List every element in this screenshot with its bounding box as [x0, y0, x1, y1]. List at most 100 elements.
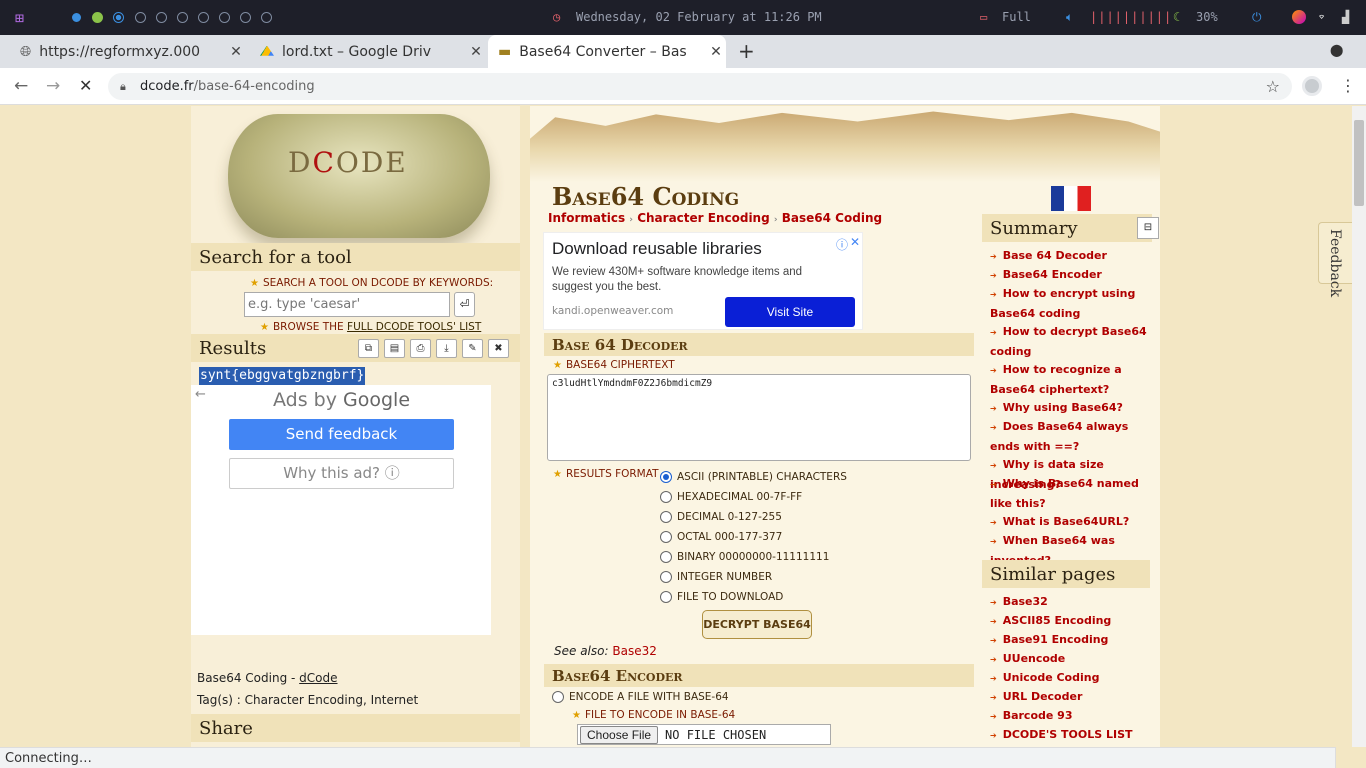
summary-item[interactable]: ➔ Base 64 Decoder [990, 246, 1160, 266]
close-tab-icon[interactable]: ✕ [466, 44, 486, 60]
summary-item[interactable]: ➔ How to decrypt Base64 coding [990, 322, 1160, 361]
french-flag-icon[interactable] [1051, 186, 1091, 211]
dcode-link[interactable]: dCode [299, 671, 337, 685]
send-feedback-button[interactable]: Send feedback [229, 419, 454, 450]
copy-icon[interactable]: ⧉ [358, 339, 379, 358]
workspace-5[interactable] [156, 12, 167, 23]
similar-item[interactable]: ➔ Base32 [990, 592, 1160, 612]
summary-item[interactable]: ➔ Does Base64 always ends with ==? [990, 417, 1160, 456]
summary-item[interactable]: ➔ Why is Base64 named like this? [990, 474, 1160, 513]
summary-item[interactable]: ➔ What is Base64URL? [990, 512, 1160, 532]
summary-item[interactable]: ➔ Base64 Encoder [990, 265, 1160, 285]
similar-item[interactable]: ➔ Barcode 93 [990, 706, 1160, 726]
similar-item[interactable]: ➔ ASCII85 Encoding [990, 611, 1160, 631]
similar-item[interactable]: ➔ Base91 Encoding [990, 630, 1160, 650]
tab-lord-txt[interactable]: lord.txt – Google Driv ✕ [250, 35, 486, 68]
tab-search-icon[interactable]: ⬤ [1330, 43, 1343, 57]
radio-octal[interactable] [660, 531, 672, 543]
radio-encode-file[interactable] [552, 691, 564, 703]
profile-avatar-icon[interactable] [1302, 76, 1322, 96]
google-drive-icon [260, 45, 274, 56]
network-tray-icon[interactable]: ⌔ [1318, 10, 1325, 24]
format-ascii[interactable]: ASCII (printable) characters [660, 469, 847, 485]
encode-file-option[interactable]: Encode a file with Base-64 [552, 691, 729, 703]
dcode-logo[interactable]: DCODE [228, 114, 490, 238]
similar-item[interactable]: ➔ UUencode [990, 649, 1160, 669]
radio-integer[interactable] [660, 571, 672, 583]
see-also-base32-link[interactable]: Base32 [612, 644, 657, 658]
decrypt-button[interactable]: Decrypt Base64 [702, 610, 812, 639]
file-input[interactable]: Choose File NO FILE CHOSEN [577, 724, 831, 745]
close-tab-icon[interactable]: ✕ [226, 44, 246, 60]
close-tab-icon[interactable]: ✕ [706, 44, 726, 60]
why-this-ad-button[interactable]: Why this ad? ⓘ [229, 458, 454, 489]
clipboard-icon[interactable]: ▤ [384, 339, 405, 358]
radio-file[interactable] [660, 591, 672, 603]
apps-grid-icon[interactable]: ⊞ [15, 9, 24, 27]
ciphertext-textarea[interactable]: c3ludHtlYmdndmF0Z2J6bmdicmZ9 [547, 374, 971, 461]
ad-visit-button[interactable]: Visit Site [725, 297, 855, 327]
radio-ascii[interactable] [660, 471, 672, 483]
page-reference: Base64 Coding - dCode [197, 671, 338, 685]
volume-level[interactable]: |||||||||| [1090, 10, 1172, 24]
workspace-6[interactable] [177, 12, 188, 23]
print-icon[interactable]: ⎙ [410, 339, 431, 358]
tab-base64[interactable]: ▬ Base64 Converter – Bas ✕ [488, 35, 726, 68]
format-decimal[interactable]: Decimal 0-127-255 [660, 509, 782, 525]
breadcrumb-informatics[interactable]: Informatics [548, 211, 625, 225]
menu-kebab-icon[interactable]: ⋮ [1340, 76, 1356, 95]
similar-item[interactable]: ➔ Unicode Coding [990, 668, 1160, 688]
close-results-icon[interactable]: ✖ [488, 339, 509, 358]
feedback-tab[interactable]: Feedback [1318, 222, 1352, 297]
pin-icon[interactable]: ✎ [462, 339, 483, 358]
radio-hex[interactable] [660, 491, 672, 503]
choose-file-button[interactable]: Choose File [580, 725, 659, 744]
similar-item[interactable]: ➔ DCODE'S TOOLS LIST [990, 725, 1160, 745]
collapse-summary-button[interactable]: ⊟ [1137, 217, 1159, 239]
kandi-ad[interactable]: Download reusable libraries ⓘ ✕ We revie… [543, 232, 863, 330]
browser-toolbar: ← → ✕ 🔒︎ dcode.fr/base-64-encoding ☆ ⋮ [0, 68, 1366, 105]
workspace-8[interactable] [219, 12, 230, 23]
search-input[interactable]: e.g. type 'caesar' [244, 292, 450, 317]
download-icon[interactable]: ⤓ [436, 339, 457, 358]
workspace-3[interactable] [113, 12, 124, 23]
address-bar[interactable]: 🔒︎ dcode.fr/base-64-encoding ☆ [108, 73, 1292, 100]
radio-binary[interactable] [660, 551, 672, 563]
format-binary[interactable]: Binary 00000000-11111111 [660, 549, 829, 565]
volume-icon[interactable]: 🔈︎ [1066, 10, 1073, 25]
format-octal[interactable]: Octal 000-177-377 [660, 529, 782, 545]
radio-decimal[interactable] [660, 511, 672, 523]
result-value[interactable]: synt{ebggvatgbzngbrf} [199, 367, 366, 385]
format-file[interactable]: File to download [660, 589, 783, 605]
workspace-7[interactable] [198, 12, 209, 23]
url-domain: dcode.fr [140, 79, 194, 94]
new-tab-button[interactable]: + [738, 39, 755, 63]
page-scrollbar[interactable] [1352, 106, 1366, 747]
workspace-9[interactable] [240, 12, 251, 23]
summary-item[interactable]: ➔ How to recognize a Base64 ciphertext? [990, 360, 1160, 399]
back-arrow-icon[interactable]: ← [195, 387, 206, 402]
summary-item[interactable]: ➔ How to encrypt using Base64 coding [990, 284, 1160, 323]
similar-item[interactable]: ➔ URL Decoder [990, 687, 1160, 707]
tab-regform[interactable]: 🌐︎ https://regformxyz.000 ✕ [10, 35, 246, 68]
stop-loading-button[interactable]: ✕ [79, 76, 92, 95]
breadcrumb-character-encoding[interactable]: Character Encoding [637, 211, 769, 225]
bookmark-star-icon[interactable]: ☆ [1266, 73, 1280, 100]
forward-button[interactable]: → [46, 76, 60, 96]
scrollbar-thumb[interactable] [1354, 120, 1364, 206]
workspace-10[interactable] [261, 12, 272, 23]
search-submit-button[interactable]: ⏎ [454, 292, 475, 317]
back-button[interactable]: ← [14, 76, 28, 96]
ad-close-icon[interactable]: ✕ [850, 235, 860, 249]
workspace-4[interactable] [135, 12, 146, 23]
workspace-1[interactable] [72, 13, 81, 22]
format-hex[interactable]: Hexadecimal 00-7F-FF [660, 489, 802, 505]
full-tools-list-link[interactable]: full dCode tools' list [347, 321, 481, 333]
power-icon[interactable]: ⏻ [1252, 10, 1262, 25]
firefox-tray-icon[interactable] [1292, 10, 1306, 24]
summary-item[interactable]: ➔ Why using Base64? [990, 398, 1160, 418]
workspace-2[interactable] [92, 12, 103, 23]
ad-info-icon[interactable]: ⓘ [836, 236, 848, 253]
format-integer[interactable]: Integer number [660, 569, 772, 585]
breadcrumb-base64-coding[interactable]: Base64 Coding [782, 211, 882, 225]
